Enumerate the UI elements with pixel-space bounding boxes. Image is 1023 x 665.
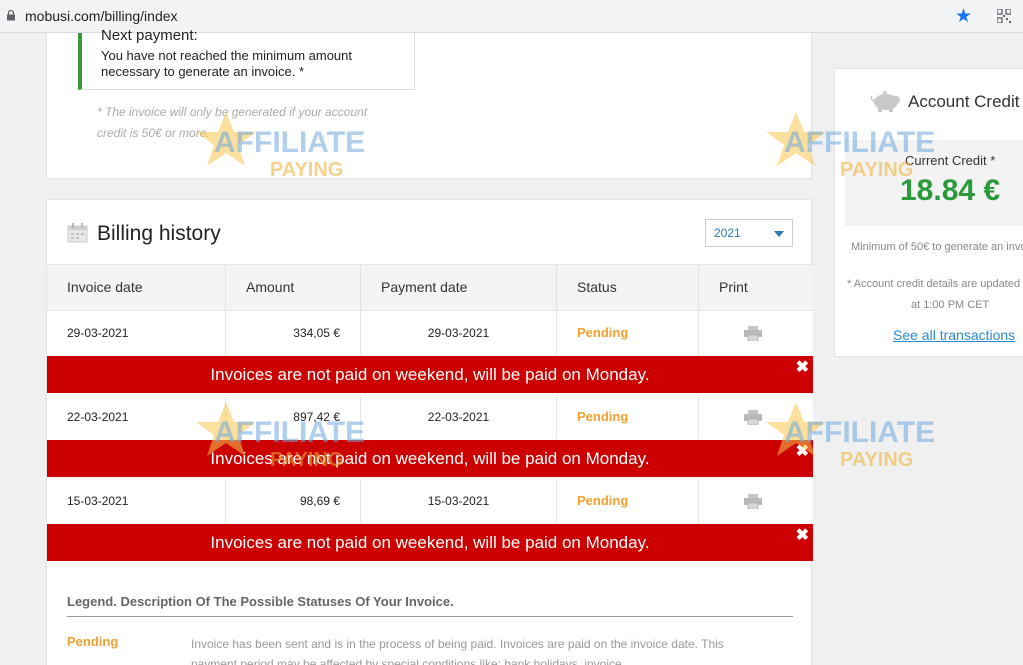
weekend-notice-banner: Invoices are not paid on weekend, will b…: [47, 440, 813, 477]
close-icon[interactable]: ✖: [796, 360, 809, 376]
current-credit-value: 18.84 €: [900, 174, 1001, 207]
status-badge: Pending: [557, 479, 699, 523]
print-cell: [699, 311, 813, 355]
table-header: Invoice date Amount Payment date Status …: [47, 264, 813, 311]
next-payment-box: Next payment: You have not reached the m…: [78, 27, 415, 90]
next-payment-title: Next payment:: [101, 27, 198, 44]
url-text[interactable]: mobusi.com/billing/index: [25, 8, 178, 24]
calendar-icon: [67, 223, 88, 243]
invoice-date-cell: 15-03-2021: [47, 479, 226, 523]
piggy-bank-icon: [870, 90, 900, 112]
billing-history-card: Billing history 2021 Invoice date Amount…: [46, 199, 813, 665]
table-row: 29-03-2021 334,05 € 29-03-2021 Pending: [47, 311, 813, 355]
svg-text:PAYING: PAYING: [840, 449, 913, 471]
account-credit-title: Account Credit: [908, 92, 1020, 111]
payment-date-cell: 15-03-2021: [361, 479, 557, 523]
close-icon[interactable]: ✖: [796, 528, 809, 544]
see-all-transactions-link[interactable]: See all transactions: [893, 327, 1015, 343]
next-payment-card: Next payment: You have not reached the m…: [46, 27, 812, 179]
chevron-down-icon: [774, 231, 784, 237]
weekend-notice-text: Invoices are not paid on weekend, will b…: [210, 449, 650, 468]
invoice-date-cell: 29-03-2021: [47, 311, 226, 355]
current-credit-label: Current Credit *: [905, 153, 996, 168]
weekend-notice-text: Invoices are not paid on weekend, will b…: [210, 365, 650, 384]
qr-icon[interactable]: [997, 9, 1011, 23]
printer-icon[interactable]: [744, 494, 762, 509]
print-cell: [699, 395, 813, 439]
amount-cell: 897,42 €: [226, 395, 361, 439]
legend-divider: [67, 616, 793, 617]
amount-cell: 98,69 €: [226, 479, 361, 523]
year-select[interactable]: 2021: [705, 219, 793, 247]
lock-icon: [7, 10, 15, 21]
weekend-notice-banner: Invoices are not paid on weekend, will b…: [47, 524, 813, 561]
star-icon[interactable]: ★: [955, 5, 972, 28]
weekend-notice-banner: Invoices are not paid on weekend, will b…: [47, 356, 813, 393]
legend-status-description: Invoice has been sent and is in the proc…: [191, 637, 724, 665]
next-payment-message: You have not reached the minimum amount …: [101, 48, 353, 79]
table-row: 15-03-2021 98,69 € 15-03-2021 Pending: [47, 479, 813, 523]
credit-update-note-line2: at 1:00 PM CET: [911, 299, 990, 311]
minimum-credit-note: Minimum of 50€ to generate an invoice: [851, 241, 1023, 253]
payment-date-cell: 29-03-2021: [361, 311, 557, 355]
legend-title: Legend. Description Of The Possible Stat…: [67, 594, 454, 609]
invoice-date-cell: 22-03-2021: [47, 395, 226, 439]
amount-cell: 334,05 €: [226, 311, 361, 355]
printer-icon[interactable]: [744, 326, 762, 341]
close-icon[interactable]: ✖: [796, 444, 809, 460]
column-header-print: Print: [719, 279, 748, 295]
status-badge: Pending: [557, 395, 699, 439]
column-header-invoice-date[interactable]: Invoice date: [47, 265, 226, 310]
legend-status-pending: Pending: [67, 634, 119, 649]
column-header-payment-date[interactable]: Payment date: [361, 265, 557, 310]
status-badge: Pending: [557, 311, 699, 355]
current-credit-box: Current Credit * 18.84 €: [845, 140, 1023, 226]
table-row: 22-03-2021 897,42 € 22-03-2021 Pending: [47, 395, 813, 439]
print-cell: [699, 479, 813, 523]
column-header-amount[interactable]: Amount: [226, 265, 361, 310]
account-credit-card: Account Credit Current Credit * 18.84 € …: [834, 68, 1023, 357]
credit-update-note: * Account credit details are updated at …: [847, 274, 1023, 316]
payment-date-cell: 22-03-2021: [361, 395, 557, 439]
printer-icon[interactable]: [744, 410, 762, 425]
billing-history-title: Billing history: [97, 222, 221, 245]
invoice-footnote: * The invoice will only be generated if …: [97, 105, 368, 140]
credit-update-note-line1: * Account credit details are updated: [847, 278, 1021, 290]
column-header-status[interactable]: Status: [557, 265, 699, 310]
weekend-notice-text: Invoices are not paid on weekend, will b…: [210, 533, 650, 552]
year-select-value: 2021: [714, 226, 741, 240]
